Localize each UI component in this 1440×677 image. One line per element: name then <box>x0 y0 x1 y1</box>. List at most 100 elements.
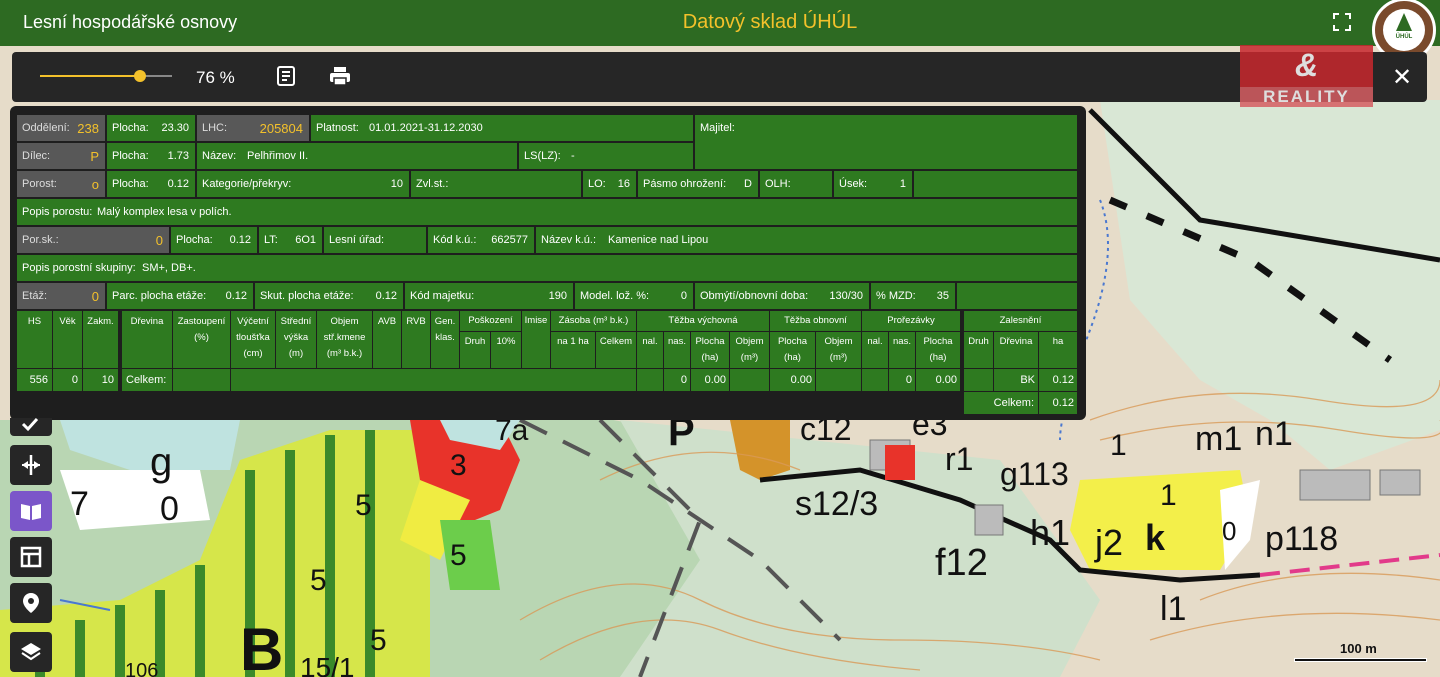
td-z-ha: 0.12 <box>1039 369 1077 391</box>
ls-cell: LS(LZ): - <box>519 143 693 169</box>
map-label: B <box>240 616 283 677</box>
tree-icon <box>1396 13 1412 31</box>
green-stand <box>440 520 500 590</box>
location-button[interactable] <box>10 583 52 623</box>
td-vek: 0 <box>53 369 82 391</box>
porost-cell: Porost: o <box>17 171 105 197</box>
compare-button[interactable] <box>10 445 52 485</box>
th-tezba-obnovni: Těžba obnovní <box>770 311 861 331</box>
plocha-cell: Plocha: 23.30 <box>107 115 195 141</box>
map-label: 5 <box>370 624 387 657</box>
kategorie-cell: Kategorie/překryv: 10 <box>197 171 409 197</box>
td-pr-nas: 0 <box>889 369 915 391</box>
th-rvb: RVB <box>402 311 430 368</box>
empty-cell <box>957 283 1077 309</box>
map-label: 5 <box>355 489 372 522</box>
platnost-cell: Platnost: 01.01.2021-31.12.2030 <box>311 115 693 141</box>
stand-info-panel: Oddělení: 238 Plocha: 23.30 LHC: 205804 Pla… <box>10 106 1086 420</box>
watermark-logo: & REALITY <box>1240 45 1373 107</box>
th-z-drevina: Dřevina <box>994 332 1038 368</box>
popis-porostu-cell: Popis porostu: Malý komplex lesa v polích… <box>17 199 1077 225</box>
check-button[interactable] <box>10 418 52 436</box>
logo-text: ÚHÚL <box>1395 34 1413 40</box>
td-zakm: 10 <box>83 369 118 391</box>
td-empty <box>637 369 663 391</box>
th-celkem: Celkem <box>596 332 636 368</box>
nazev-ku-cell: Název k.ú.: Kamenice nad Lipou <box>536 227 1077 253</box>
plocha-cell: Plocha: 1.73 <box>107 143 195 169</box>
porsk-cell: Por.sk.: 0 <box>17 227 169 253</box>
td-z-drevina: BK <box>994 369 1038 391</box>
mzd-cell: % MZD: 35 <box>871 283 955 309</box>
popis-skupiny-cell: Popis porostní skupiny: SM+, DB+. <box>17 255 1077 281</box>
usek-cell: Úsek: 1 <box>834 171 912 197</box>
map-label: 3 <box>450 449 467 482</box>
slider-fill <box>40 75 141 77</box>
plocha-cell: Plocha: 0.12 <box>107 171 195 197</box>
th-gen: Gen. klas. <box>431 311 459 368</box>
th-zalesneni: Zalesnění <box>964 311 1077 331</box>
map-label: m1 <box>1195 420 1242 458</box>
map-pin-icon <box>23 593 39 613</box>
th-hs: HS <box>17 311 52 368</box>
map-label: 0 <box>1222 516 1236 546</box>
th-z-druh: Druh <box>964 332 993 368</box>
check-icon <box>21 418 39 432</box>
td-tv-plocha: 0.00 <box>691 369 729 391</box>
th-10: 10% <box>491 332 521 368</box>
dilec-cell: Dílec: P <box>17 143 105 169</box>
map-label: 1 <box>1160 479 1177 512</box>
obmyti-cell: Obmýtí/obnovní doba: 130/30 <box>695 283 869 309</box>
kod-majetku-cell: Kód majetku: 190 <box>405 283 573 309</box>
close-icon[interactable]: ✕ <box>1392 63 1412 92</box>
scale-label: 100 m <box>1340 641 1377 656</box>
pasmo-cell: Pásmo ohrožení: D <box>638 171 758 197</box>
th-nas: nas. <box>889 332 915 368</box>
td-empty <box>730 369 769 391</box>
select-area-icon[interactable] <box>1333 13 1351 31</box>
lesni-urad-cell: Lesní úřad: <box>324 227 426 253</box>
th-prorezavky: Prořezávky <box>862 311 960 331</box>
map-label: s12/3 <box>795 485 878 523</box>
th-objem2: Objem (m³) <box>816 332 861 368</box>
split-icon <box>22 455 40 475</box>
layers-icon <box>21 643 41 661</box>
map-label: r1 <box>945 441 973 477</box>
map-label: p118 <box>1265 520 1338 558</box>
th-na1ha: na 1 ha <box>551 332 595 368</box>
map-label: k <box>1145 517 1166 558</box>
print-icon[interactable] <box>328 64 352 88</box>
th-nal: nal. <box>862 332 888 368</box>
app-header: Lesní hospodářské osnovy Datový sklad ÚH… <box>0 0 1440 46</box>
layers-button[interactable] <box>10 632 52 672</box>
detail-toolbar: 76 % ✕ <box>12 52 1427 102</box>
td-pr-plocha: 0.00 <box>916 369 960 391</box>
th-stredni: Střední výška (m) <box>276 311 316 368</box>
notes-icon[interactable] <box>274 64 298 88</box>
th-plocha: Plocha (ha) <box>691 332 729 368</box>
td-empty <box>862 369 888 391</box>
book-icon <box>21 504 41 520</box>
opacity-slider[interactable] <box>40 70 172 82</box>
th-imise: Imise <box>522 311 550 368</box>
legend-button[interactable] <box>10 491 52 531</box>
map-label: h1 <box>1030 512 1070 553</box>
majitel-cell: Majitel: <box>695 115 1077 169</box>
map-label: j2 <box>1094 522 1123 563</box>
etaz-cell: Etáž: 0 <box>17 283 105 309</box>
lo-cell: LO: 16 <box>583 171 636 197</box>
map-label: l1 <box>1160 590 1186 628</box>
td-tv-nas: 0 <box>664 369 690 391</box>
model-loz-cell: Model. lož. %: 0 <box>575 283 693 309</box>
slider-thumb[interactable] <box>134 70 147 82</box>
lhc-cell: LHC: 205804 <box>197 115 309 141</box>
map-label: g <box>150 440 172 484</box>
th-z-ha: ha <box>1039 332 1077 368</box>
plocha-cell: Plocha: 0.12 <box>171 227 257 253</box>
map-label: 15/1 <box>300 652 355 677</box>
map-label: 5 <box>450 539 467 572</box>
th-vycetni: Výčetní tloušťka (cm) <box>231 311 275 368</box>
oddeleni-cell: Oddělení: 238 <box>17 115 105 141</box>
map-label: n1 <box>1255 415 1293 453</box>
layout-button[interactable] <box>10 537 52 577</box>
